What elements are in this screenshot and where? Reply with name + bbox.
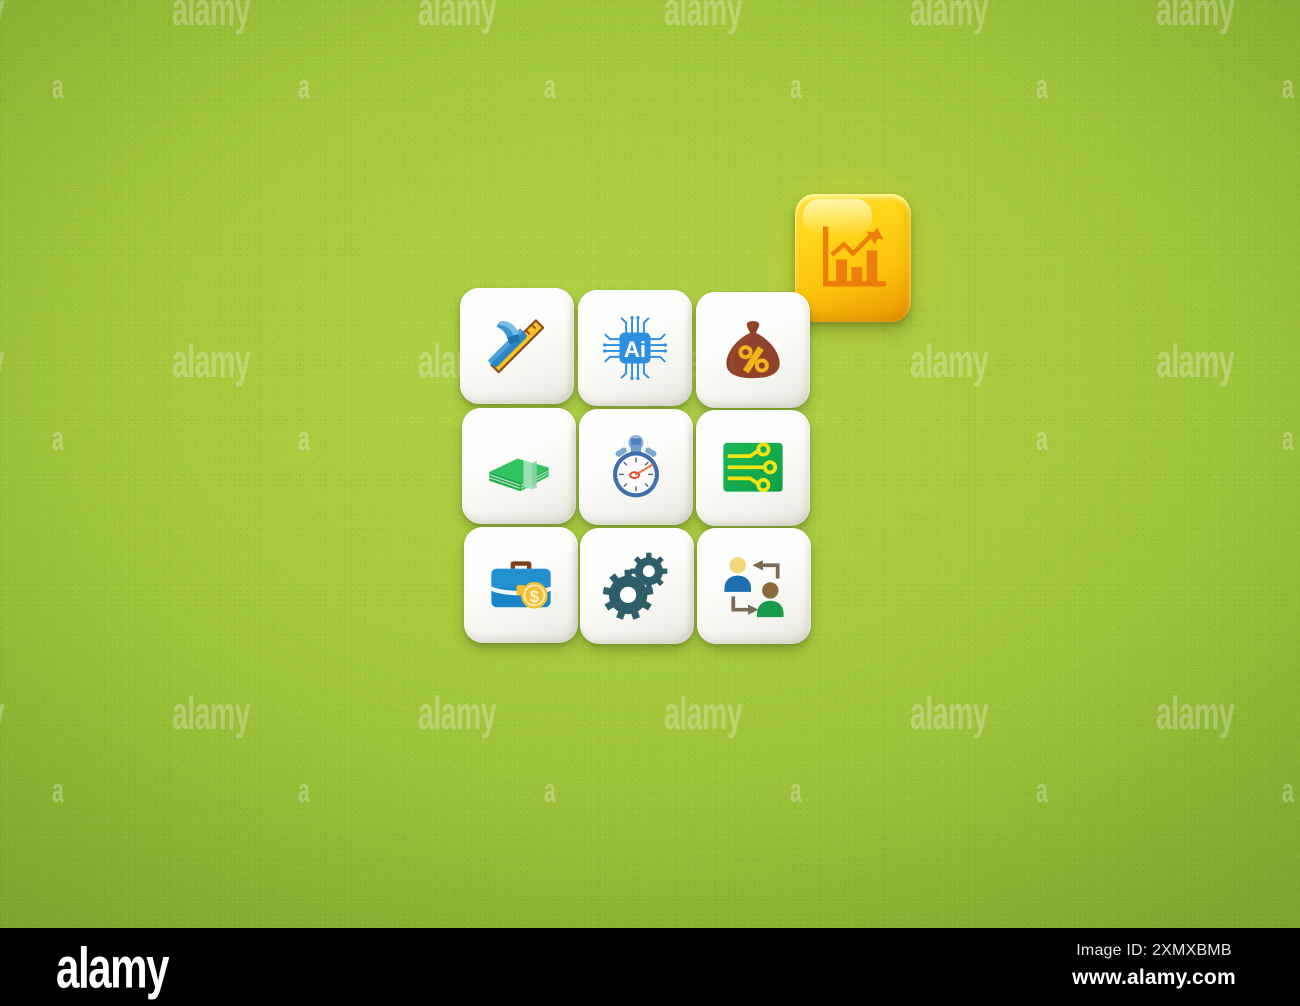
hammer-ruler-icon [487,319,545,374]
alamy-footer-bar: alamy Image ID: 2XMXBMB www.alamy.com [0,928,1300,1006]
svg-text:Ai: Ai [624,337,646,362]
cube-money-bag-percent[interactable] [696,292,810,408]
cube-grid: Ai $ [460,288,812,644]
gears-icon [602,552,668,620]
cube-tools[interactable] [460,288,574,404]
growth-chart-icon [822,226,887,287]
ai-chip-icon: Ai [603,316,667,380]
cube-ai-chip[interactable]: Ai [578,290,692,406]
cube-cash-stack[interactable] [462,408,576,524]
svg-text:$: $ [530,587,540,606]
people-exchange-icon [724,557,784,618]
cube-circuit-board[interactable] [696,410,810,526]
cash-stack-icon [489,458,549,492]
cube-stopwatch[interactable] [579,409,693,525]
cube-gears[interactable] [580,528,694,644]
stopwatch-icon [613,435,659,498]
cube-briefcase-coin[interactable]: $ [464,527,578,643]
briefcase-coin-icon: $ [491,561,551,609]
image-id-label: Image ID: 2XMXBMB [1076,942,1232,959]
screenshot-root: alamyalamyalamyalamyalamyalamyalamyalamy… [0,0,1300,1006]
circuit-board-icon [723,442,783,493]
footer-meta: Image ID: 2XMXBMB www.alamy.com [1034,942,1274,990]
stock-photo: alamyalamyalamyalamyalamyalamyalamyalamy… [0,0,1300,928]
money-bag-percent-icon [726,321,780,379]
cube-people-exchange[interactable] [697,528,811,644]
website-label: www.alamy.com [1072,966,1236,989]
alamy-logo: alamy [56,936,170,1001]
highlight-cube-growth-chart[interactable] [795,194,911,322]
